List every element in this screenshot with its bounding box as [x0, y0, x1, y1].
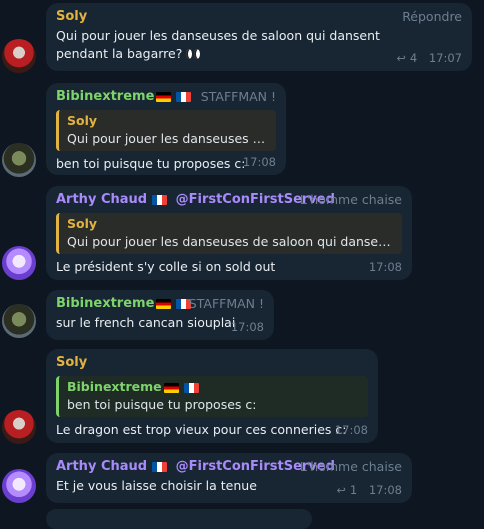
author-name[interactable]: Arthy Chaud: [56, 459, 147, 474]
reply-arrow-icon: ↩: [336, 484, 346, 497]
timestamp: 17:08: [242, 155, 276, 169]
reply-quote[interactable]: Soly Qui pour jouer les danseuses de sal…: [56, 213, 402, 254]
germany-flag-icon: [163, 382, 179, 393]
germany-flag-icon: [156, 91, 172, 102]
france-flag-icon: [183, 382, 199, 393]
message-bubble[interactable]: Arthy Chaud @FirstConFirstServed L'homme…: [46, 453, 412, 503]
reply-arrow-icon: ↩: [396, 52, 406, 65]
france-flag-icon: [176, 91, 192, 102]
author-name[interactable]: Soly: [56, 9, 87, 24]
avatar-bibinextreme[interactable]: [2, 143, 36, 177]
message-text: Le dragon est trop vieux pour ces conner…: [56, 422, 347, 437]
author-name[interactable]: Bibinextreme: [56, 89, 154, 104]
quote-text: ben toi puisque tu proposes c:: [67, 397, 257, 412]
timestamp: 17:08: [334, 423, 368, 437]
member-tag: L'homme chaise: [299, 459, 402, 474]
message-bubble-partial[interactable]: [46, 509, 312, 529]
message-bubble[interactable]: Soly Répondre Qui pour jouer les danseus…: [46, 3, 472, 71]
avatar-soly[interactable]: [2, 39, 36, 73]
france-flag-icon: [152, 461, 168, 472]
message-bubble[interactable]: Soly Bibinextreme ben toi puisque tu pro…: [46, 349, 378, 443]
message-text: Qui pour jouer les danseuses de saloon q…: [56, 28, 380, 61]
member-tag: STAFFMAN !: [188, 296, 264, 311]
avatar-arthy-chaud[interactable]: [2, 246, 36, 280]
quote-author: Bibinextreme: [67, 379, 162, 394]
reply-action[interactable]: Répondre: [402, 9, 462, 24]
quote-author: Soly: [67, 113, 98, 128]
quote-text: Qui pour jouer les danseuses de ...: [67, 131, 268, 146]
france-flag-icon: [152, 194, 168, 205]
message-bubble[interactable]: Arthy Chaud @FirstConFirstServed L'homme…: [46, 186, 412, 280]
message-bubble[interactable]: Bibinextreme STAFFMAN ! sur le french ca…: [46, 290, 274, 340]
avatar-bibinextreme[interactable]: [2, 304, 36, 338]
message-bubble[interactable]: Bibinextreme STAFFMAN ! Soly Qui pour jo…: [46, 83, 286, 175]
germany-flag-icon: [156, 298, 172, 309]
quote-author: Soly: [67, 216, 98, 231]
timestamp: 17:07: [428, 51, 462, 65]
author-name[interactable]: Soly: [56, 355, 87, 370]
author-name[interactable]: Bibinextreme: [56, 296, 154, 311]
reply-quote[interactable]: Soly Qui pour jouer les danseuses de ...: [56, 110, 276, 151]
reply-count[interactable]: ↩ 4: [397, 51, 418, 65]
member-tag: STAFFMAN !: [200, 89, 276, 104]
quote-text: Qui pour jouer les danseuses de saloon q…: [67, 234, 394, 249]
message-text: Le président s'y colle si on sold out: [56, 259, 276, 274]
timestamp: 17:08: [368, 260, 402, 274]
author-name[interactable]: Arthy Chaud: [56, 192, 147, 207]
member-tag: L'homme chaise: [299, 192, 402, 207]
reply-count[interactable]: ↩ 1: [337, 483, 358, 497]
reply-quote[interactable]: Bibinextreme ben toi puisque tu proposes…: [56, 376, 368, 417]
avatar-soly[interactable]: [2, 410, 36, 444]
timestamp: 17:08: [368, 483, 402, 497]
timestamp: 17:08: [230, 320, 264, 334]
eyes-emoji: [186, 49, 201, 60]
avatar-arthy-chaud[interactable]: [2, 469, 36, 503]
